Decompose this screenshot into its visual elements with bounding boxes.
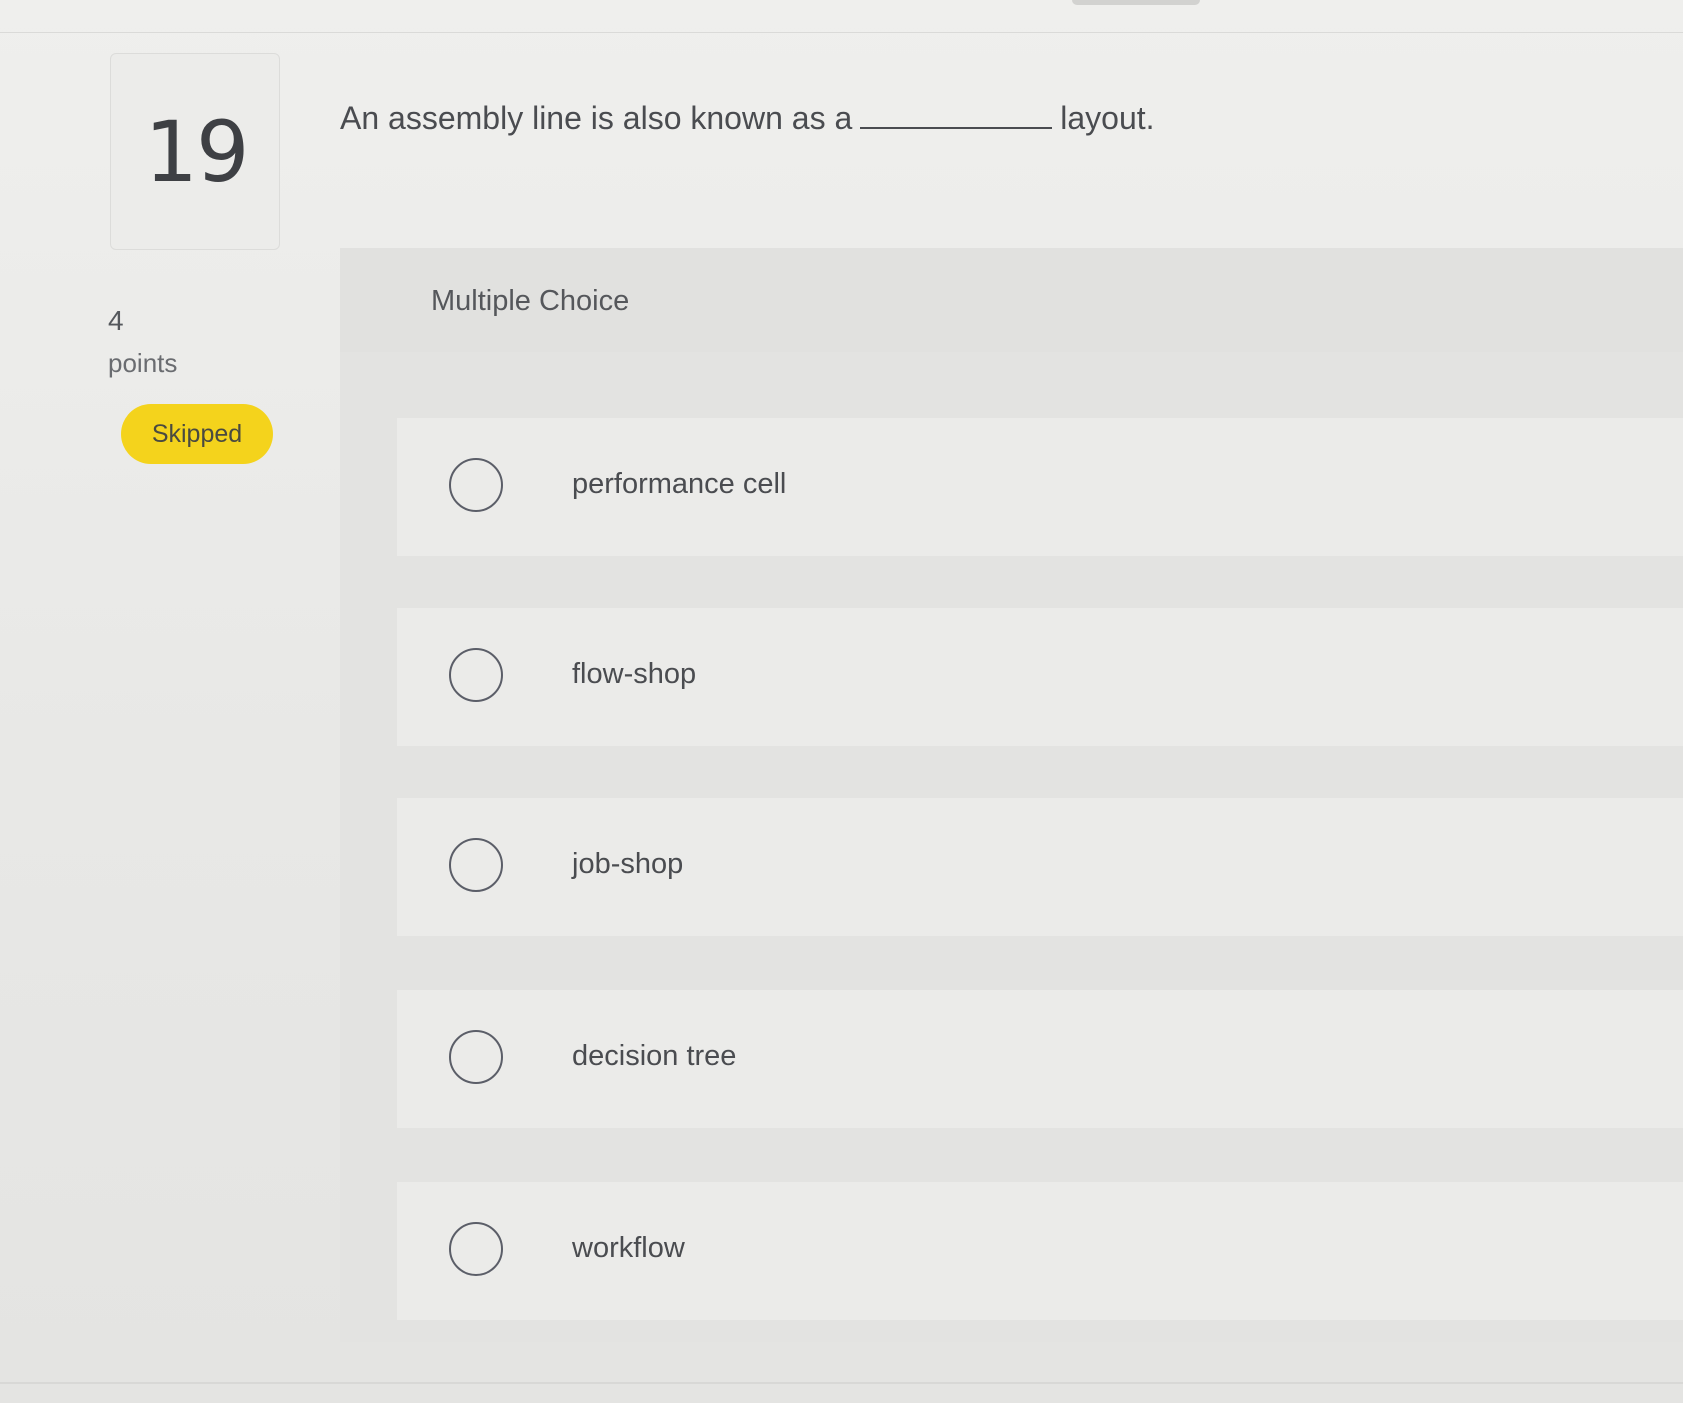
option-label[interactable]: job-shop xyxy=(572,846,683,882)
answer-option-decision-tree[interactable]: decision tree xyxy=(397,990,1683,1128)
answer-option-performance-cell[interactable]: performance cell xyxy=(397,418,1683,556)
status-badge: Skipped xyxy=(121,404,273,464)
option-label[interactable]: workflow xyxy=(572,1230,685,1266)
fill-in-blank xyxy=(860,97,1053,129)
question-text: An assembly line is also known as a layou… xyxy=(340,96,1155,140)
points-label: points xyxy=(108,348,178,378)
radio-button[interactable] xyxy=(449,458,503,512)
answer-option-job-shop[interactable]: job-shop xyxy=(397,798,1683,936)
bottom-divider xyxy=(0,1382,1683,1384)
option-label[interactable]: decision tree xyxy=(572,1038,736,1074)
radio-button[interactable] xyxy=(449,1030,503,1084)
answer-panel: Multiple Choice performance cell flow-sh… xyxy=(340,248,1683,1342)
question-number-box: 19 xyxy=(110,53,280,250)
radio-button[interactable] xyxy=(449,838,503,892)
top-tab xyxy=(1072,0,1200,5)
question-number: 19 xyxy=(144,103,250,201)
quiz-page: 19 4 points Skipped An assembly line is … xyxy=(0,0,1683,1403)
question-text-before: An assembly line is also known as a xyxy=(340,100,853,136)
points-value: 4 xyxy=(108,305,124,336)
question-text-after: layout. xyxy=(1060,100,1155,136)
radio-button[interactable] xyxy=(449,648,503,702)
option-label[interactable]: flow-shop xyxy=(572,656,696,692)
question-type-label: Multiple Choice xyxy=(431,285,630,317)
answer-panel-header: Multiple Choice xyxy=(340,248,1683,352)
answer-option-workflow[interactable]: workflow xyxy=(397,1182,1683,1320)
radio-button[interactable] xyxy=(449,1222,503,1276)
top-divider xyxy=(0,32,1683,33)
answer-option-flow-shop[interactable]: flow-shop xyxy=(397,608,1683,746)
option-label[interactable]: performance cell xyxy=(572,466,786,502)
